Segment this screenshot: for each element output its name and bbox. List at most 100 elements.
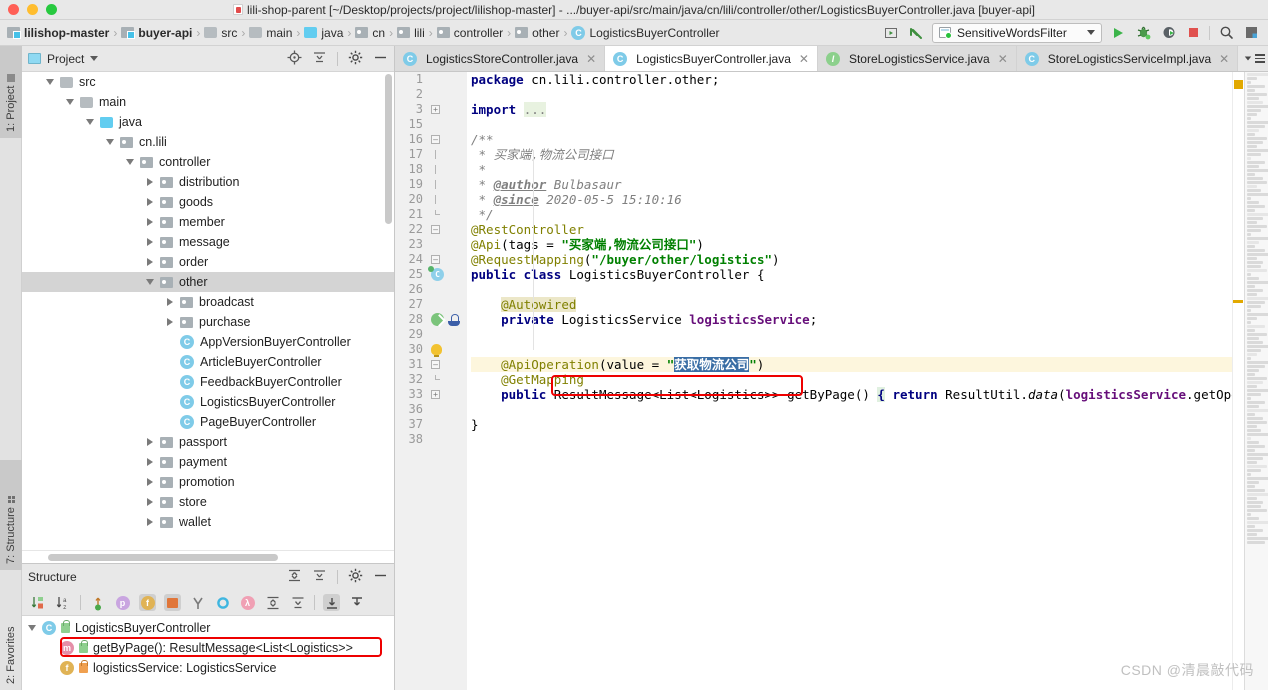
tree-toggle-right-icon[interactable] (144, 178, 156, 186)
autoscroll-to-source-icon[interactable] (323, 594, 340, 611)
tree-toggle-right-icon[interactable] (144, 198, 156, 206)
editor-tab-actions[interactable]: 2 (1238, 46, 1268, 71)
tree-item-wallet[interactable]: wallet (22, 512, 394, 532)
gutter-marks[interactable] (427, 180, 463, 189)
gutter-marks[interactable] (427, 165, 463, 174)
changed-line-marker[interactable] (1233, 300, 1243, 303)
gutter-line[interactable]: 15 (395, 117, 467, 132)
search-everywhere-button[interactable] (1217, 24, 1235, 42)
editor-tab-logisticsstorecontroller[interactable]: C LogisticsStoreController.java ✕ (395, 46, 606, 71)
code-line[interactable]: public class LogisticsBuyerController { (471, 267, 1232, 282)
gutter-marks[interactable]: – (427, 225, 463, 234)
project-tree[interactable]: src main java cn.lili controller distribution… (22, 72, 394, 550)
code-line[interactable]: @ApiOperation(value = "获取物流公司") (471, 357, 1232, 372)
gutter-line[interactable]: 25 C (395, 266, 467, 282)
gutter-line[interactable]: 16– (395, 132, 467, 147)
sort-alphabetically-icon[interactable]: az (55, 594, 72, 611)
code-line[interactable] (471, 402, 1232, 417)
code-line[interactable]: @Autowired (471, 297, 1232, 312)
stop-button[interactable] (1184, 24, 1202, 42)
breadcrumb-item-lilishop-master[interactable]: lilishop-master (4, 23, 112, 43)
gear-icon[interactable] (348, 568, 363, 586)
hide-panel-icon[interactable] (373, 50, 388, 68)
code-line[interactable]: } (471, 417, 1232, 432)
gutter-line[interactable]: 22– (395, 222, 467, 237)
chevron-down-icon[interactable] (1245, 56, 1252, 61)
show-properties-icon[interactable]: p (114, 594, 131, 611)
implementation-arrow-icon[interactable] (431, 313, 444, 326)
gutter-line[interactable]: 38 (395, 432, 467, 447)
code-line[interactable]: @GetMapping (471, 372, 1232, 387)
editor-tab-storelogisticsserviceimpl[interactable]: C StoreLogisticsServiceImpl.java ✕ (1016, 46, 1239, 71)
gutter-line[interactable]: 33 + (395, 387, 467, 402)
tree-item-passport[interactable]: passport (22, 432, 394, 452)
java-bean-icon[interactable] (447, 313, 461, 327)
tree-toggle-right-icon[interactable] (144, 238, 156, 246)
gutter-line[interactable]: 36 (395, 402, 467, 417)
close-icon[interactable]: ✕ (998, 52, 1008, 66)
tree-toggle-right-icon[interactable] (164, 298, 176, 306)
left-tool-window-strip[interactable]: 1: Project 7: Structure 2: Favorites (0, 46, 22, 690)
run-configuration-selector[interactable]: SensitiveWordsFilter (932, 22, 1102, 43)
code-line[interactable]: package cn.lili.controller.other; (471, 72, 1232, 87)
code-editor[interactable]: 1 2 3 +15 16–17 18 19 20 21 22–23 24–25 C 26 27 28 29 30… (395, 72, 1268, 690)
gutter-line[interactable]: 32 (395, 372, 467, 387)
tree-toggle-right-icon[interactable] (144, 498, 156, 506)
code-line[interactable]: /** (471, 132, 1232, 147)
breadcrumb[interactable]: lilishop-master › buyer-api › src › main › java ›… (4, 23, 723, 43)
gear-icon[interactable] (348, 50, 363, 68)
gutter-marks[interactable]: – (427, 135, 463, 144)
sidebar-item-project[interactable]: 1: Project (0, 46, 22, 138)
breadcrumb-item-src[interactable]: src (201, 23, 240, 43)
structure-item[interactable]: m getByPage(): ResultMessage<List<Logisti… (22, 638, 394, 658)
code-line[interactable]: * @since 2020-05-5 15:10:16 (471, 192, 1232, 207)
breadcrumb-item-logisticsbuyercontroller[interactable]: C LogisticsBuyerController (568, 23, 722, 43)
code-line[interactable]: * @author Bulbasaur (471, 177, 1232, 192)
tree-item-src[interactable]: src (22, 72, 394, 92)
chevron-down-icon[interactable] (90, 56, 99, 61)
gutter-line[interactable]: 23 (395, 237, 467, 252)
gutter-marks[interactable] (427, 150, 463, 159)
gutter-line[interactable]: 3 + (395, 102, 467, 117)
structure-item[interactable]: f logisticsService: LogisticsService (22, 658, 394, 678)
gutter-line[interactable]: 2 (395, 87, 467, 102)
tree-toggle-right-icon[interactable] (144, 478, 156, 486)
breadcrumb-item-main[interactable]: main (246, 23, 295, 43)
expand-all-icon[interactable] (287, 568, 302, 586)
code-line[interactable] (471, 342, 1232, 357)
sidebar-item-favorites[interactable]: 2: Favorites (0, 578, 22, 690)
tree-item-order[interactable]: order (22, 252, 394, 272)
show-fields-icon[interactable]: f (139, 594, 156, 611)
tree-item-appversionbuyercontroller[interactable]: C AppVersionBuyerController (22, 332, 394, 352)
code-line[interactable] (471, 87, 1232, 102)
editor-text[interactable]: package cn.lili.controller.other; import… (467, 72, 1232, 690)
tree-toggle-right-icon[interactable] (164, 318, 176, 326)
hide-panel-icon[interactable] (373, 568, 388, 586)
tree-item-broadcast[interactable]: broadcast (22, 292, 394, 312)
tab-list-icon[interactable] (1255, 54, 1266, 63)
code-line[interactable]: public ResultMessage<List<Logistics>> ge… (471, 387, 1232, 402)
show-inherited-icon[interactable] (89, 594, 106, 611)
fold-expand-icon[interactable]: + (431, 105, 440, 114)
tree-toggle-right-icon[interactable] (144, 458, 156, 466)
code-line[interactable]: import ... (471, 102, 1232, 117)
gutter-marks[interactable]: C (427, 266, 463, 281)
chevron-down-icon[interactable] (1087, 30, 1095, 35)
editor-tab-storelogisticsservice[interactable]: I StoreLogisticsService.java ✕ (817, 46, 1017, 71)
spring-bean-icon[interactable]: C (428, 266, 444, 281)
run-with-coverage-button[interactable] (1159, 24, 1177, 42)
gutter-line[interactable]: 19 (395, 177, 467, 192)
gutter-line[interactable]: 24– (395, 252, 467, 267)
close-icon[interactable]: ✕ (586, 52, 596, 66)
show-lambdas-icon[interactable]: λ (239, 594, 256, 611)
tree-item-java[interactable]: java (22, 112, 394, 132)
gutter-line[interactable]: 30 (395, 342, 467, 357)
project-tree-hscrollbar[interactable] (48, 554, 278, 561)
show-non-public-icon[interactable] (164, 594, 181, 611)
gutter-marks[interactable] (427, 344, 463, 357)
toolbar-actions[interactable]: SensitiveWordsFilter (882, 22, 1264, 43)
expand-all-icon[interactable] (264, 594, 281, 611)
collapse-all-icon[interactable] (312, 568, 327, 586)
code-line[interactable] (471, 432, 1232, 447)
tree-toggle-right-icon[interactable] (144, 258, 156, 266)
